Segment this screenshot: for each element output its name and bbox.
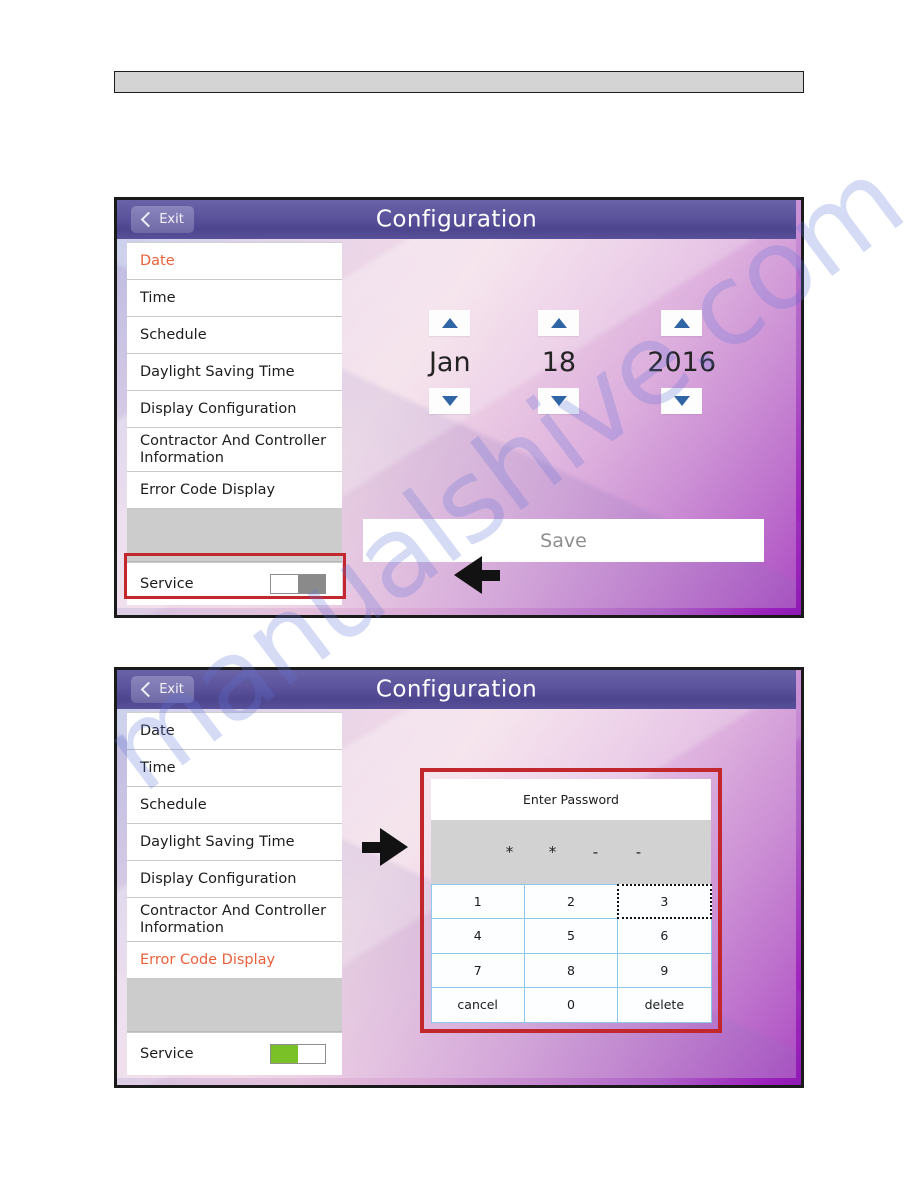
sidebar-item-contractor-and-controller-information[interactable]: Contractor And Controller Information <box>127 428 342 472</box>
keypad-key-5[interactable]: 5 <box>523 918 619 954</box>
arrow-tail <box>362 841 380 853</box>
keypad-key-delete[interactable]: delete <box>617 987 712 1023</box>
titlebar: Exit Configuration <box>117 670 796 709</box>
sidebar-spacer <box>127 979 342 1032</box>
sidebar-item-date[interactable]: Date <box>127 713 342 750</box>
month-spinner: Jan <box>429 310 471 414</box>
year-value: 2016 <box>647 347 717 378</box>
keypad-key-1[interactable]: 1 <box>430 883 525 919</box>
password-display: * * - - <box>431 820 711 884</box>
service-label: Service <box>140 576 194 592</box>
service-label: Service <box>140 1046 194 1062</box>
sidebar-item-time[interactable]: Time <box>127 750 342 787</box>
arrow-head-icon <box>454 556 482 594</box>
caret-up-icon <box>550 318 567 328</box>
sidebar-item-daylight-saving-time[interactable]: Daylight Saving Time <box>127 824 342 861</box>
keypad-key-2[interactable]: 2 <box>523 883 619 919</box>
day-increment-button[interactable] <box>538 310 580 336</box>
sidebar-item-label: Date <box>140 722 175 739</box>
sidebar-item-label: Error Code Display <box>140 951 276 968</box>
titlebar: Exit Configuration <box>117 200 796 239</box>
date-spinner-group: Jan 18 2016 <box>349 310 796 414</box>
caret-down-icon <box>673 396 690 406</box>
password-keypad: Enter Password * * - - 1 2 3 4 5 6 7 8 9… <box>430 779 712 1023</box>
password-char-4: - <box>635 843 642 861</box>
date-configuration-pane: Jan 18 2016 Save <box>349 242 796 608</box>
page-title: Configuration <box>375 675 538 702</box>
keypad-key-7[interactable]: 7 <box>430 952 525 988</box>
sidebar-item-error-code-display[interactable]: Error Code Display <box>127 942 342 979</box>
keypad-key-6[interactable]: 6 <box>617 918 712 954</box>
service-row[interactable]: Service <box>127 1032 342 1075</box>
sidebar-item-display-configuration[interactable]: Display Configuration <box>127 861 342 898</box>
annotation-arrow-right <box>362 828 408 866</box>
sidebar-menu-list: Date Time Schedule Daylight Saving Time … <box>127 712 342 979</box>
keypad-key-4[interactable]: 4 <box>430 918 525 954</box>
annotation-arrow-left <box>454 556 500 594</box>
service-row[interactable]: Service <box>127 562 342 605</box>
toggle-half-right <box>298 1045 325 1063</box>
sidebar-item-label: Display Configuration <box>140 870 297 887</box>
device-screenshot-panel-one: Exit Configuration Date Time Schedule Da… <box>114 197 804 618</box>
sidebar-item-daylight-saving-time[interactable]: Daylight Saving Time <box>127 354 342 391</box>
year-increment-button[interactable] <box>661 310 703 336</box>
sidebar-item-label: Date <box>140 252 175 269</box>
sidebar-item-contractor-and-controller-information[interactable]: Contractor And Controller Information <box>127 898 342 942</box>
sidebar-item-label: Daylight Saving Time <box>140 363 295 380</box>
sidebar-item-label: Time <box>140 759 176 776</box>
save-button[interactable]: Save <box>363 519 764 562</box>
sidebar: Date Time Schedule Daylight Saving Time … <box>127 242 342 605</box>
toggle-half-left <box>271 1045 298 1063</box>
sidebar-menu-list: Date Time Schedule Daylight Saving Time … <box>127 242 342 509</box>
keypad-title: Enter Password <box>431 779 711 820</box>
device-screenshot-panel-two: Exit Configuration Date Time Schedule Da… <box>114 667 804 1088</box>
sidebar-spacer <box>127 509 342 562</box>
toggle-half-right <box>298 575 325 593</box>
keypad-key-8[interactable]: 8 <box>523 952 619 988</box>
page-title: Configuration <box>375 205 538 232</box>
month-decrement-button[interactable] <box>429 388 471 414</box>
sidebar-item-label: Time <box>140 289 176 306</box>
day-decrement-button[interactable] <box>538 388 580 414</box>
arrow-tail <box>482 569 500 581</box>
keypad-key-3[interactable]: 3 <box>617 883 712 919</box>
service-toggle[interactable] <box>270 1044 326 1064</box>
password-char-3: - <box>592 843 599 861</box>
month-value: Jan <box>428 347 471 378</box>
keypad-key-cancel[interactable]: cancel <box>430 987 525 1023</box>
day-value: 18 <box>541 347 577 378</box>
sidebar-item-display-configuration[interactable]: Display Configuration <box>127 391 342 428</box>
keypad-key-0[interactable]: 0 <box>523 987 619 1023</box>
sidebar-item-label: Error Code Display <box>140 481 276 498</box>
document-header-strip <box>114 71 804 93</box>
sidebar-item-label: Daylight Saving Time <box>140 833 295 850</box>
arrow-head-icon <box>380 828 408 866</box>
sidebar-item-date[interactable]: Date <box>127 243 342 280</box>
day-spinner: 18 <box>538 310 580 414</box>
sidebar-item-label: Contractor And Controller Information <box>140 433 327 466</box>
caret-down-icon <box>441 396 458 406</box>
sidebar-item-schedule[interactable]: Schedule <box>127 787 342 824</box>
keypad-grid: 1 2 3 4 5 6 7 8 9 cancel 0 delete <box>430 883 712 1023</box>
caret-up-icon <box>673 318 690 328</box>
sidebar-item-label: Schedule <box>140 326 207 343</box>
keypad-key-9[interactable]: 9 <box>617 952 712 988</box>
caret-down-icon <box>550 396 567 406</box>
sidebar-item-label: Contractor And Controller Information <box>140 903 327 936</box>
password-char-1: * <box>505 843 514 861</box>
password-keypad-highlight: Enter Password * * - - 1 2 3 4 5 6 7 8 9… <box>420 768 722 1033</box>
password-char-2: * <box>548 843 557 861</box>
sidebar: Date Time Schedule Daylight Saving Time … <box>127 712 342 1075</box>
year-decrement-button[interactable] <box>661 388 703 414</box>
sidebar-item-error-code-display[interactable]: Error Code Display <box>127 472 342 509</box>
caret-up-icon <box>441 318 458 328</box>
service-toggle[interactable] <box>270 574 326 594</box>
year-spinner: 2016 <box>647 310 716 414</box>
sidebar-item-time[interactable]: Time <box>127 280 342 317</box>
toggle-half-left <box>271 575 298 593</box>
month-increment-button[interactable] <box>429 310 471 336</box>
sidebar-item-label: Schedule <box>140 796 207 813</box>
sidebar-item-label: Display Configuration <box>140 400 297 417</box>
sidebar-item-schedule[interactable]: Schedule <box>127 317 342 354</box>
